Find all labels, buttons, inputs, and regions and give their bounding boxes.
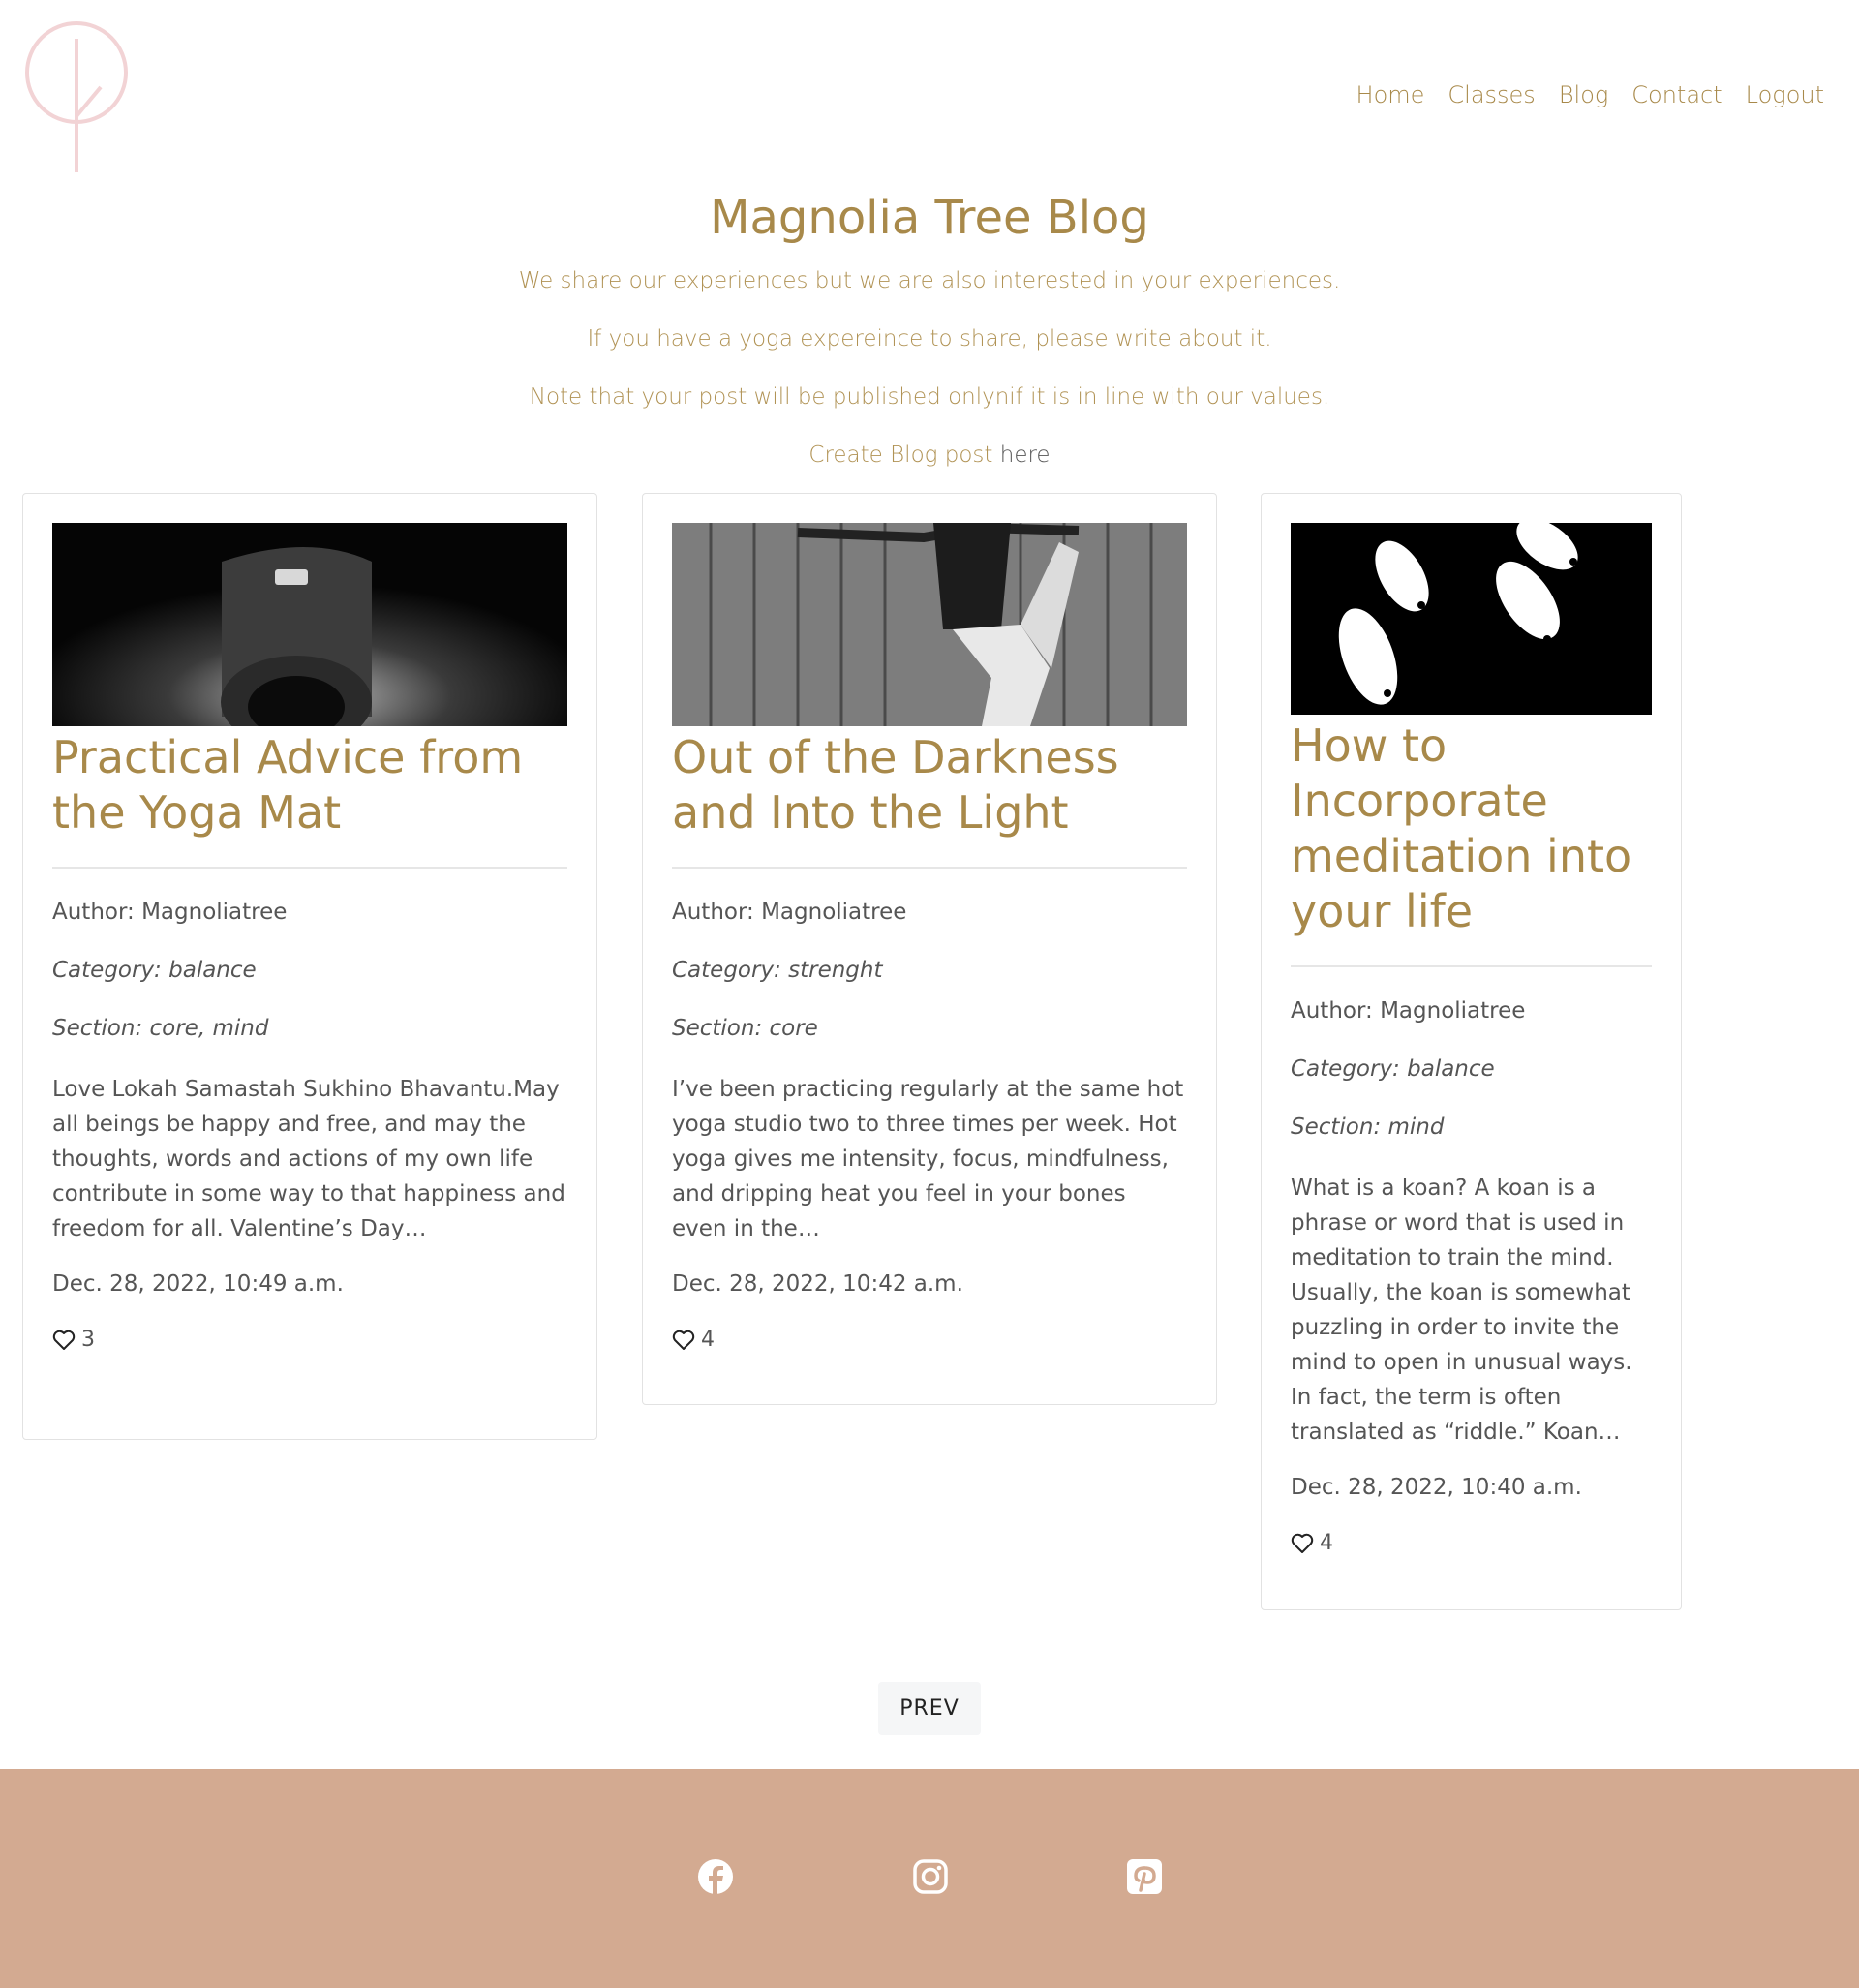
post-title[interactable]: How to Incorporate meditation into your … bbox=[1291, 719, 1652, 939]
like-number: 3 bbox=[81, 1328, 95, 1352]
intro-line-1: We share our experiences but we are also… bbox=[518, 268, 1341, 293]
post-card: How to Incorporate meditation into your … bbox=[1261, 493, 1682, 1610]
like-number: 4 bbox=[1320, 1531, 1333, 1555]
heart-icon[interactable] bbox=[672, 1330, 695, 1351]
post-image[interactable] bbox=[1291, 523, 1652, 715]
post-author: Author: Magnoliatree bbox=[672, 900, 907, 925]
intro-line-3: Note that your post will be published on… bbox=[529, 384, 1330, 410]
post-category: Category: balance bbox=[1291, 1056, 1495, 1082]
post-title[interactable]: Out of the Darkness and Into the Light bbox=[672, 730, 1187, 841]
post-image[interactable] bbox=[52, 523, 567, 726]
like-count: 4 bbox=[672, 1328, 1187, 1352]
post-excerpt: What is a koan? A koan is a phrase or wo… bbox=[1291, 1176, 1632, 1445]
post-category: Category: strenght bbox=[672, 958, 883, 983]
post-excerpt: Love Lokah Samastah Sukhino Bhavantu.May… bbox=[52, 1077, 565, 1241]
facebook-icon[interactable] bbox=[697, 1858, 734, 1895]
like-count: 4 bbox=[1291, 1531, 1652, 1555]
divider bbox=[52, 867, 567, 869]
heart-icon[interactable] bbox=[52, 1330, 76, 1351]
magnolia-tree-logo[interactable] bbox=[23, 19, 130, 174]
site-footer bbox=[0, 1769, 1859, 1988]
nav-logout[interactable]: Logout bbox=[1746, 81, 1824, 108]
post-card: Out of the Darkness and Into the Light A… bbox=[642, 493, 1217, 1405]
like-count: 3 bbox=[52, 1328, 567, 1352]
post-excerpt: I’ve been practicing regularly at the sa… bbox=[672, 1077, 1184, 1241]
post-card: Practical Advice from the Yoga Mat Autho… bbox=[22, 493, 597, 1440]
page-title: Magnolia Tree Blog bbox=[710, 191, 1149, 245]
post-date: Dec. 28, 2022, 10:42 a.m. bbox=[672, 1271, 963, 1297]
post-date: Dec. 28, 2022, 10:40 a.m. bbox=[1291, 1475, 1582, 1500]
like-number: 4 bbox=[701, 1328, 715, 1352]
nav-classes[interactable]: Classes bbox=[1448, 81, 1535, 108]
intro-line-2: If you have a yoga expereince to share, … bbox=[587, 326, 1272, 352]
blog-intro: Magnolia Tree Blog We share our experien… bbox=[0, 189, 1859, 499]
create-post-text: Create Blog post bbox=[808, 443, 993, 468]
instagram-icon[interactable] bbox=[912, 1858, 949, 1895]
nav-home[interactable]: Home bbox=[1356, 81, 1425, 108]
divider bbox=[1291, 965, 1652, 967]
post-section: Section: core, mind bbox=[52, 1016, 269, 1041]
post-section: Section: mind bbox=[1291, 1115, 1445, 1140]
create-post-line: Create Blog post here bbox=[0, 441, 1859, 470]
post-image[interactable] bbox=[672, 523, 1187, 726]
heart-icon[interactable] bbox=[1291, 1533, 1314, 1554]
pinterest-icon[interactable] bbox=[1126, 1858, 1163, 1895]
post-author: Author: Magnoliatree bbox=[52, 900, 288, 925]
nav-contact[interactable]: Contact bbox=[1631, 81, 1722, 108]
main-nav: Home Classes Blog Contact Logout bbox=[1356, 81, 1824, 108]
nav-blog[interactable]: Blog bbox=[1559, 81, 1608, 108]
post-category: Category: balance bbox=[52, 958, 257, 983]
post-section: Section: core bbox=[672, 1016, 818, 1041]
post-title[interactable]: Practical Advice from the Yoga Mat bbox=[52, 730, 567, 841]
prev-page-button[interactable]: PREV bbox=[878, 1682, 981, 1735]
create-post-link[interactable]: here bbox=[1000, 443, 1051, 468]
post-author: Author: Magnoliatree bbox=[1291, 998, 1526, 1024]
post-date: Dec. 28, 2022, 10:49 a.m. bbox=[52, 1271, 344, 1297]
divider bbox=[672, 867, 1187, 869]
